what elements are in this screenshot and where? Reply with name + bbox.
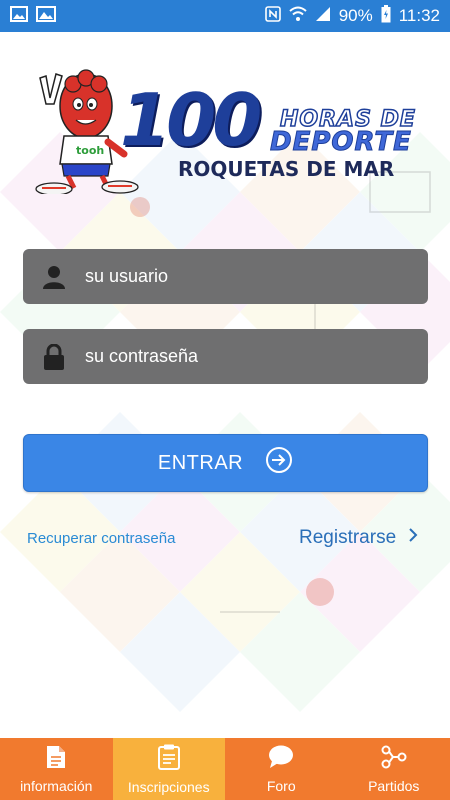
nav-item-inscripciones[interactable]: Inscripciones (112, 738, 225, 800)
logo-line-roquetas: ROQUETAS DE MAR (178, 157, 395, 181)
image-icon (10, 5, 28, 27)
recover-password-link[interactable]: Recuperar contraseña (27, 530, 175, 547)
login-arrow-icon (265, 446, 293, 480)
signal-icon (315, 6, 331, 27)
battery-icon (381, 4, 391, 28)
user-icon (23, 265, 85, 289)
battery-percent: 90% (338, 6, 373, 25)
login-button[interactable]: ENTRAR (23, 434, 428, 492)
username-input[interactable] (85, 249, 428, 304)
nav-label-informacion: información (20, 777, 93, 794)
nav-label-foro: Foro (266, 777, 296, 794)
nav-item-foro[interactable]: Foro (225, 738, 338, 800)
mascot-shirt-text: tooh (76, 144, 104, 157)
document-icon (46, 745, 66, 772)
password-field[interactable] (23, 329, 428, 384)
username-field[interactable] (23, 249, 428, 304)
chevron-right-icon (408, 527, 418, 549)
password-input[interactable] (85, 329, 428, 384)
status-bar: 90% 11:32 (0, 0, 450, 32)
nav-item-partidos[interactable]: Partidos (337, 738, 450, 800)
register-label: Registrarse (299, 527, 397, 548)
gallery-icon (36, 5, 56, 27)
logo-line-deporte: DEPORTE (270, 127, 412, 157)
clock: 11:32 (398, 6, 440, 25)
lock-icon (23, 343, 85, 370)
logo-number: 100 (120, 78, 262, 162)
clipboard-icon (157, 744, 180, 773)
register-link[interactable]: Registrarse (299, 527, 418, 549)
nav-label-partidos: Partidos (368, 777, 420, 794)
login-button-label: ENTRAR (157, 451, 244, 474)
share-nodes-icon (381, 745, 407, 772)
bottom-navigation: información Inscripciones Foro Partidos (0, 738, 450, 800)
nfc-icon (264, 5, 281, 27)
nav-item-informacion[interactable]: información (0, 738, 113, 800)
chat-bubble-icon (268, 745, 294, 772)
nav-label-inscripciones: Inscripciones (127, 778, 210, 795)
wifi-icon (289, 6, 307, 27)
app-logo: tooh 100 HORAS DE DEPORTE ROQUETAS DE MA… (28, 64, 428, 196)
